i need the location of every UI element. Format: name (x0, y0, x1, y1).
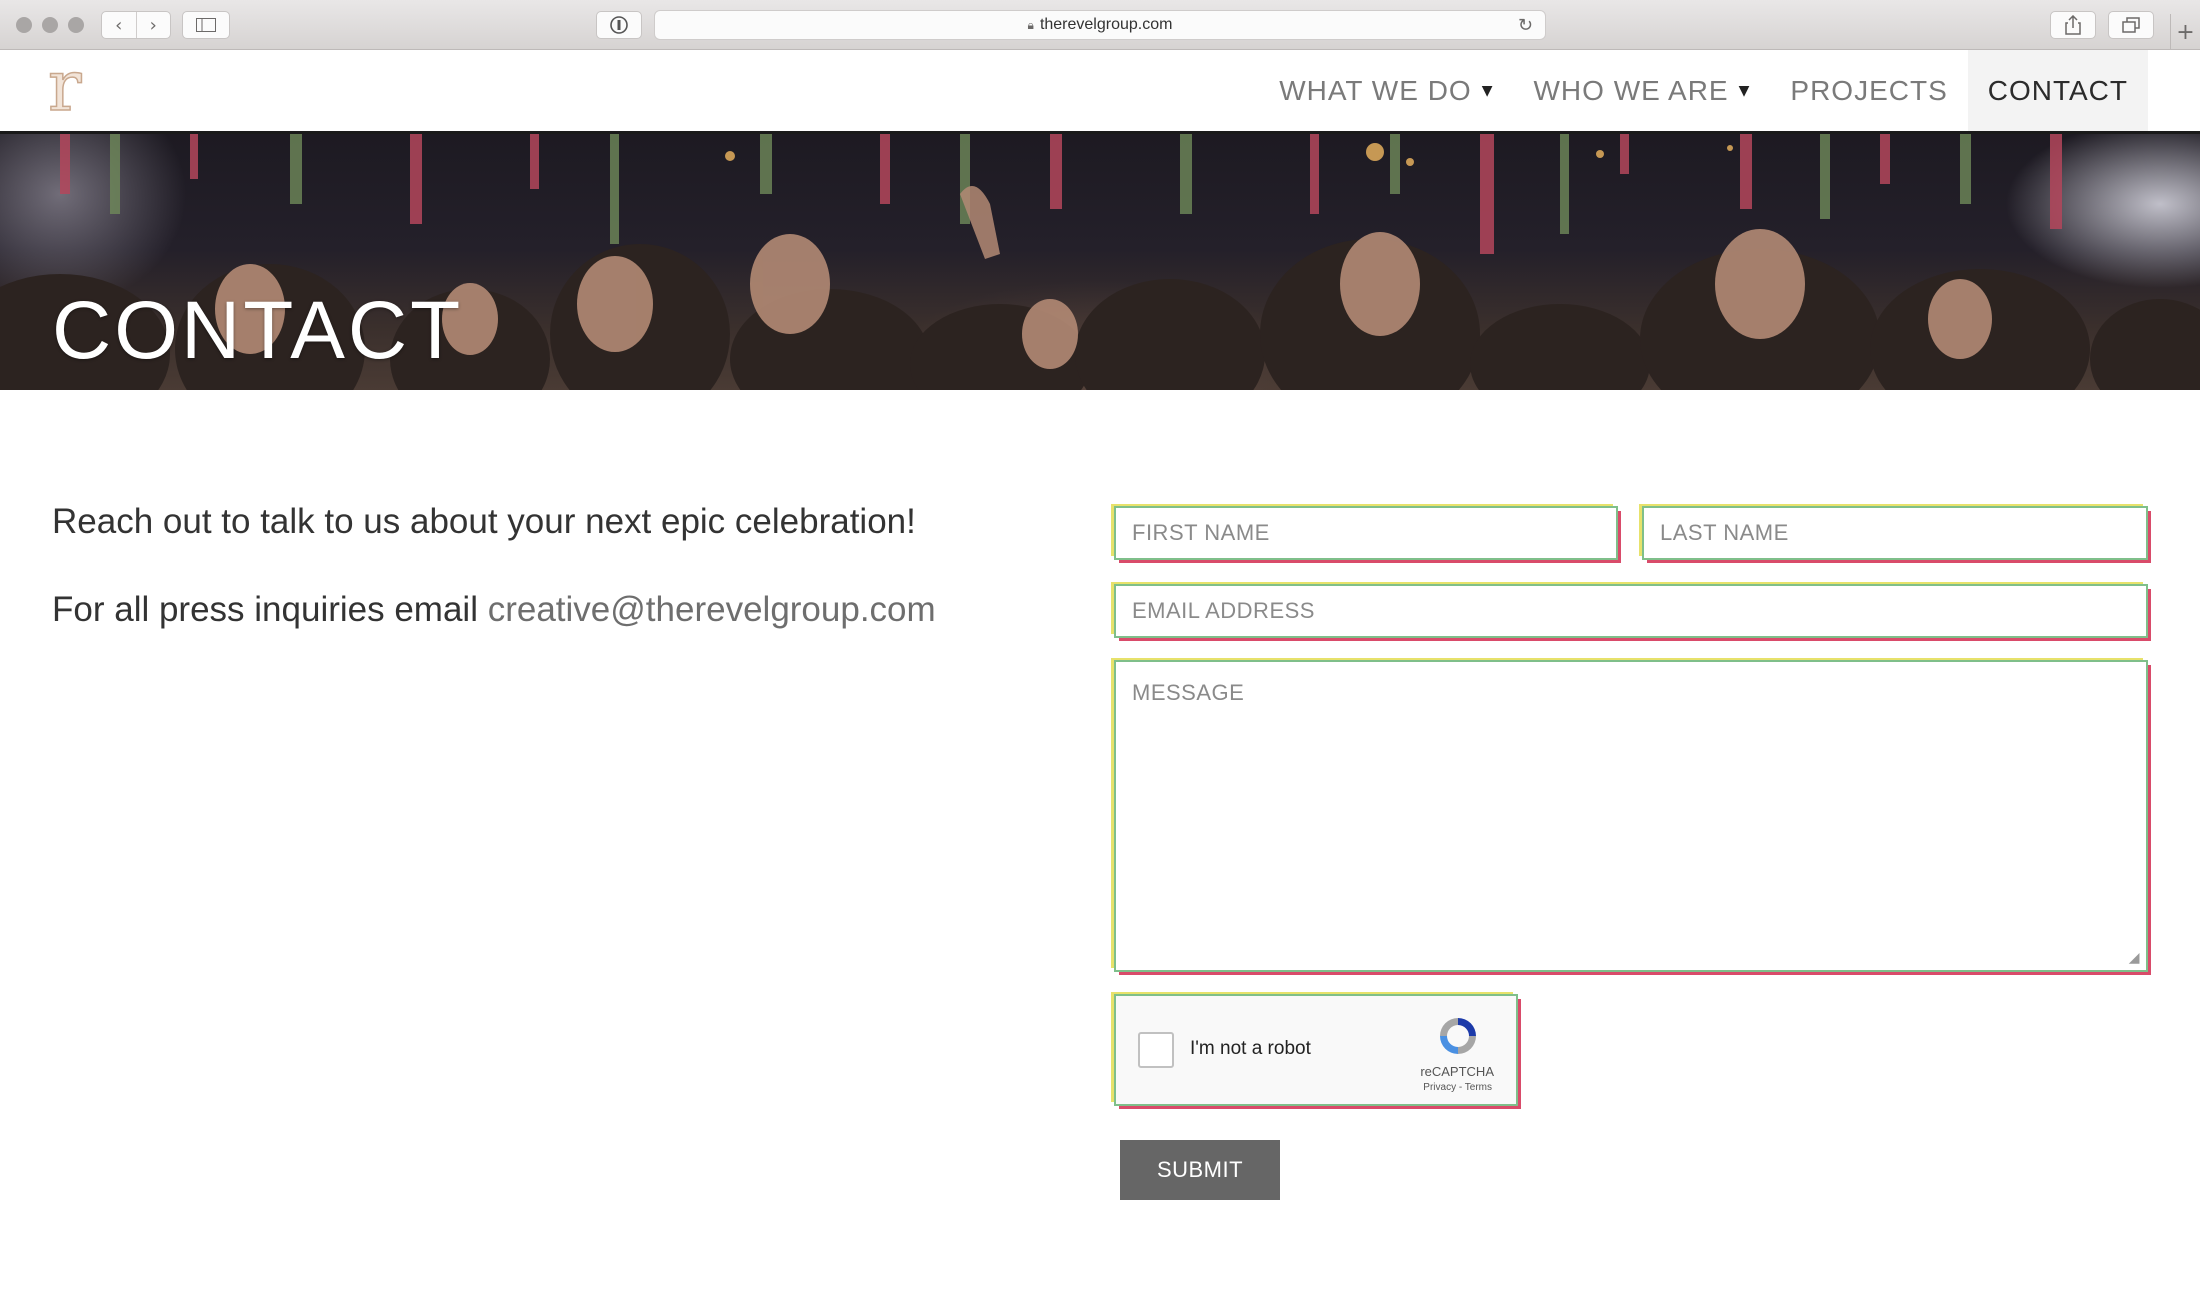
recaptcha-checkbox[interactable] (1138, 1032, 1174, 1068)
hero-title: CONTACT (52, 285, 464, 376)
first-name-placeholder: FIRST NAME (1132, 520, 1270, 545)
sidebar-icon[interactable] (182, 11, 230, 39)
url-text: therevelgroup.com (1039, 16, 1173, 33)
recaptcha-brand: reCAPTCHA (1420, 1064, 1494, 1079)
browser-toolbar: ‹ › 🔒︎ therevelgroup.com ↻ + (0, 0, 2200, 50)
nav-item-label: WHO WE ARE (1533, 74, 1729, 106)
first-name-field[interactable]: FIRST NAME (1114, 506, 1618, 560)
recaptcha-widget: I'm not a robot reCAPTCHA Privacy - Term… (1114, 994, 1518, 1106)
contact-info: Reach out to talk to us about your next … (52, 498, 1052, 634)
password-manager-icon[interactable] (596, 11, 642, 39)
recaptcha-logo-icon (1440, 1018, 1476, 1054)
submit-button[interactable]: SUBMIT (1120, 1140, 1280, 1200)
reload-icon[interactable]: ↻ (1518, 15, 1533, 36)
nav-item-contact[interactable]: CONTACT (1967, 50, 2148, 131)
lock-icon: 🔒︎ (1027, 17, 1034, 32)
zoom-window-button[interactable] (68, 17, 84, 33)
message-field[interactable]: MESSAGE ◢ (1114, 660, 2148, 972)
hero-banner: CONTACT (0, 134, 2200, 390)
intro-text: Reach out to talk to us about your next … (52, 502, 916, 541)
plus-icon[interactable]: + (2170, 14, 2200, 50)
resize-grip-icon[interactable]: ◢ (2129, 950, 2140, 966)
close-window-button[interactable] (16, 17, 32, 33)
chevron-left-icon[interactable]: ‹ (102, 12, 136, 38)
chevron-right-icon[interactable]: › (135, 12, 171, 38)
press-prefix: For all press inquiries email (52, 590, 488, 629)
nav-item-label: WHAT WE DO (1279, 74, 1472, 106)
caret-down-icon: ▼ (1738, 82, 1751, 99)
email-field[interactable]: EMAIL ADDRESS (1114, 584, 2148, 638)
history-buttons: ‹ › (101, 11, 171, 39)
nav-item-who-we-are[interactable]: WHO WE ARE ▼ (1513, 50, 1770, 131)
caret-down-icon: ▼ (1481, 82, 1494, 99)
nav-item-what-we-do[interactable]: WHAT WE DO ▼ (1259, 50, 1513, 131)
recaptcha-privacy-terms-link[interactable]: Privacy - Terms (1423, 1082, 1492, 1093)
nav-item-label: PROJECTS (1790, 74, 1948, 106)
message-placeholder: MESSAGE (1132, 680, 1245, 705)
tabs-icon[interactable] (2108, 11, 2154, 39)
share-icon[interactable] (2050, 11, 2096, 39)
site-header: r WHAT WE DO ▼ WHO WE ARE ▼ PROJECTS CON… (0, 50, 2200, 134)
address-bar[interactable]: 🔒︎ therevelgroup.com ↻ (654, 10, 1546, 40)
logo[interactable]: r (47, 50, 98, 122)
press-email-link[interactable]: creative@therevelgroup.com (488, 590, 936, 629)
press-inquiry-text: For all press inquiries email creative@t… (52, 586, 1052, 634)
recaptcha-label: I'm not a robot (1190, 1038, 1311, 1059)
email-placeholder: EMAIL ADDRESS (1132, 598, 1315, 623)
main-nav: WHAT WE DO ▼ WHO WE ARE ▼ PROJECTS CONTA… (1259, 50, 2148, 131)
last-name-placeholder: LAST NAME (1660, 520, 1789, 545)
minimize-window-button[interactable] (42, 17, 58, 33)
nav-item-label: CONTACT (1987, 74, 2128, 106)
last-name-field[interactable]: LAST NAME (1642, 506, 2148, 560)
nav-item-projects[interactable]: PROJECTS (1770, 50, 1967, 131)
